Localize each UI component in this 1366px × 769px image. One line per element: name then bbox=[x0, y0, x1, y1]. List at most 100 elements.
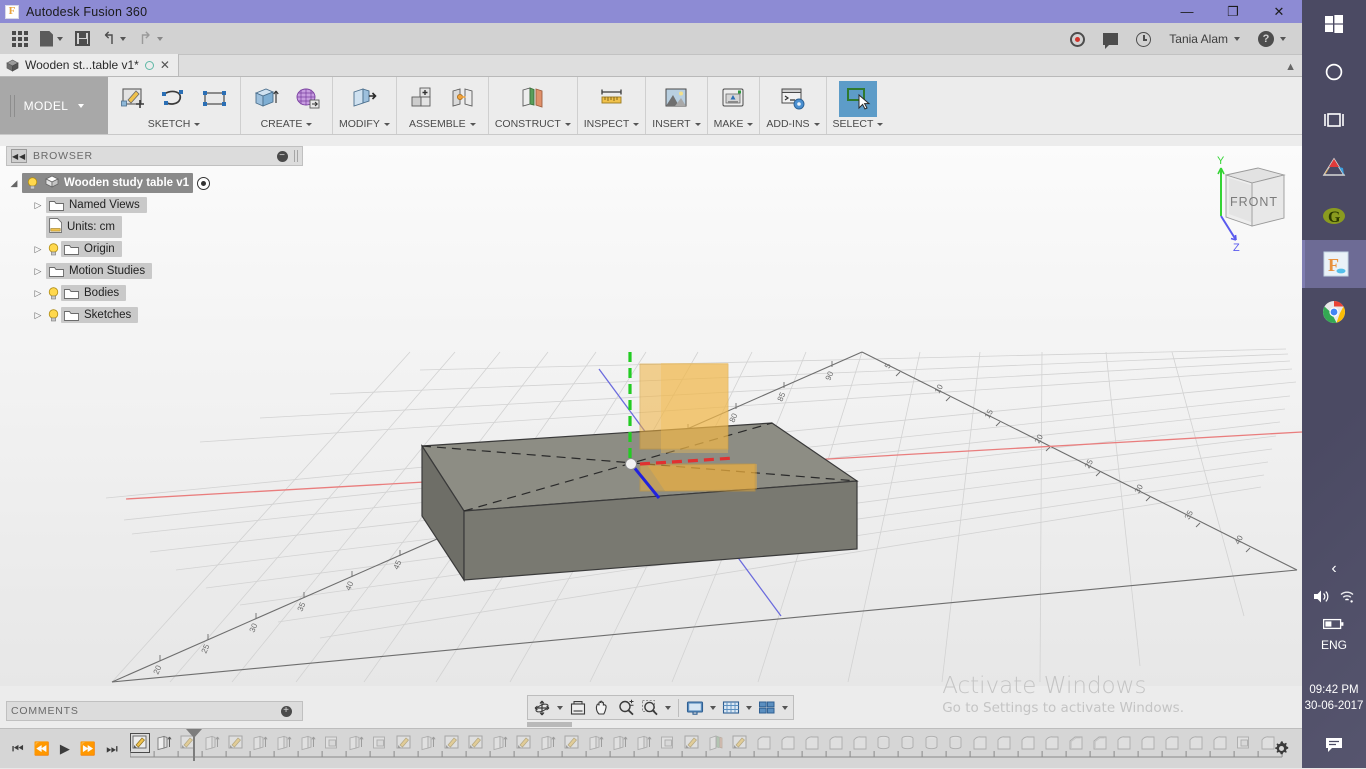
horizontal-scrollbar[interactable] bbox=[527, 722, 572, 727]
press-pull-button[interactable] bbox=[345, 81, 383, 117]
select-window-button[interactable] bbox=[838, 81, 877, 117]
collapse-browser-icon[interactable]: ◀◀ bbox=[11, 149, 27, 163]
display-settings-button[interactable] bbox=[683, 697, 719, 719]
extrude-button[interactable] bbox=[247, 81, 285, 117]
undo-button[interactable]: ↰ bbox=[96, 25, 132, 53]
job-status-button[interactable] bbox=[1128, 28, 1159, 51]
tree-row-units[interactable]: Units: cm bbox=[6, 216, 303, 238]
restore-button[interactable]: ❐ bbox=[1210, 0, 1256, 23]
comments-panel-header[interactable]: COMMENTS + bbox=[6, 701, 303, 721]
ribbon-group-label-make[interactable]: MAKE bbox=[714, 118, 754, 130]
add-comment-icon[interactable]: + bbox=[281, 705, 292, 717]
play-button[interactable]: ▶ bbox=[60, 742, 70, 755]
ribbon-group-label-addins[interactable]: ADD-INS bbox=[766, 118, 820, 130]
ribbon-group-label-assemble[interactable]: ASSEMBLE bbox=[409, 118, 476, 130]
go-to-beginning-button[interactable]: ⏮ bbox=[12, 742, 24, 755]
create-mesh-button[interactable] bbox=[288, 81, 326, 117]
document-tab[interactable]: Wooden st...table v1* ✕ bbox=[0, 54, 179, 76]
cortana-search-icon[interactable] bbox=[1302, 48, 1366, 96]
joint-button[interactable] bbox=[444, 81, 482, 117]
ribbon-group-label-create[interactable]: CREATE bbox=[261, 118, 313, 130]
bodies-node[interactable]: Bodies bbox=[61, 285, 127, 301]
redo-button[interactable]: ↱ bbox=[132, 25, 168, 53]
ribbon-group-label-construct[interactable]: CONSTRUCT bbox=[495, 118, 571, 130]
ribbon-group-label-modify[interactable]: MODIFY bbox=[339, 118, 390, 130]
scripts-and-addins-button[interactable] bbox=[774, 81, 812, 117]
tabstrip-collapse-icon[interactable]: ▲ bbox=[1285, 61, 1296, 73]
create-sketch-button[interactable] bbox=[114, 81, 152, 117]
pan-button[interactable] bbox=[590, 697, 614, 719]
tree-row-root[interactable]: ◢ Wooden study table v1 bbox=[6, 172, 303, 194]
light-bulb-icon[interactable] bbox=[46, 241, 61, 257]
motion-studies-node[interactable]: Motion Studies bbox=[46, 263, 153, 279]
tree-row-origin[interactable]: ▷ Origin bbox=[6, 238, 303, 260]
ribbon-group-label-select[interactable]: SELECT bbox=[833, 118, 884, 130]
measure-button[interactable] bbox=[593, 81, 631, 117]
zoom-window-button[interactable] bbox=[638, 697, 674, 719]
clock-time[interactable]: 09:42 PM bbox=[1302, 682, 1366, 698]
go-to-end-button[interactable]: ⏭ bbox=[106, 742, 118, 755]
3d-print-button[interactable] bbox=[714, 81, 752, 117]
tree-row-named-views[interactable]: ▷ Named Views bbox=[6, 194, 303, 216]
light-bulb-icon[interactable] bbox=[46, 285, 61, 301]
ribbon-group-label-insert[interactable]: INSERT bbox=[652, 118, 701, 130]
close-tab-icon[interactable]: ✕ bbox=[160, 58, 170, 72]
step-back-button[interactable]: ⏪ bbox=[34, 742, 50, 755]
expand-arrow-icon[interactable]: ▷ bbox=[30, 266, 46, 277]
wifi-icon[interactable] bbox=[1338, 589, 1356, 607]
panel-grip[interactable] bbox=[294, 150, 298, 162]
orbit-button[interactable] bbox=[530, 697, 566, 719]
minimize-button[interactable]: — bbox=[1164, 0, 1210, 23]
close-button[interactable]: ✕ bbox=[1256, 0, 1302, 23]
origin-node[interactable]: Origin bbox=[61, 241, 122, 257]
timeline-track[interactable] bbox=[129, 728, 1302, 769]
expand-arrow-icon[interactable]: ▷ bbox=[30, 200, 46, 211]
tree-row-sketches[interactable]: ▷ Sketches bbox=[6, 304, 303, 326]
ribbon-group-label-sketch[interactable]: SKETCH bbox=[148, 118, 201, 130]
help-menu-button[interactable]: ? bbox=[1250, 27, 1294, 51]
look-at-button[interactable] bbox=[566, 697, 590, 719]
action-center-button[interactable] bbox=[1302, 724, 1366, 768]
fusion-360-taskbar-icon[interactable]: F bbox=[1302, 240, 1366, 288]
volume-icon[interactable] bbox=[1313, 589, 1331, 607]
new-component-button[interactable] bbox=[403, 81, 441, 117]
insert-image-button[interactable] bbox=[657, 81, 695, 117]
step-forward-button[interactable]: ⏩ bbox=[80, 742, 96, 755]
root-node[interactable]: Wooden study table v1 bbox=[22, 173, 194, 193]
activate-component-icon[interactable] bbox=[197, 176, 211, 190]
light-bulb-icon[interactable] bbox=[46, 307, 61, 323]
tree-row-bodies[interactable]: ▷ Bodies bbox=[6, 282, 303, 304]
viewports-button[interactable] bbox=[755, 697, 791, 719]
grid-and-snaps-button[interactable] bbox=[719, 697, 755, 719]
zoom-button[interactable] bbox=[614, 697, 638, 719]
language-indicator[interactable]: ENG bbox=[1302, 638, 1366, 668]
tree-row-motion-studies[interactable]: ▷ Motion Studies bbox=[6, 260, 303, 282]
clock-date[interactable]: 30-06-2017 bbox=[1302, 698, 1366, 714]
show-data-panel-button[interactable] bbox=[6, 25, 34, 53]
comments-button[interactable] bbox=[1095, 29, 1126, 49]
user-account-menu[interactable]: Tania Alam bbox=[1161, 28, 1248, 50]
expand-arrow-icon[interactable]: ▷ bbox=[30, 288, 46, 299]
offset-plane-button[interactable] bbox=[514, 81, 552, 117]
workspace-switcher[interactable]: MODEL bbox=[0, 77, 108, 134]
view-cube[interactable]: Y Z FRONT bbox=[1196, 148, 1296, 254]
battery-icon[interactable] bbox=[1322, 618, 1345, 633]
g-app-icon[interactable]: G bbox=[1302, 192, 1366, 240]
timeline-settings-icon[interactable] bbox=[1273, 740, 1290, 757]
start-button[interactable] bbox=[1302, 0, 1366, 48]
sketches-node[interactable]: Sketches bbox=[61, 307, 139, 323]
units-node[interactable]: Units: cm bbox=[46, 216, 122, 238]
record-button[interactable] bbox=[1062, 28, 1093, 51]
chrome-icon[interactable] bbox=[1302, 288, 1366, 336]
tray-expand-button[interactable]: ‹ bbox=[1302, 554, 1366, 584]
rectangle-button[interactable] bbox=[196, 81, 234, 117]
autodesk-app-icon[interactable] bbox=[1302, 144, 1366, 192]
minimize-panel-icon[interactable]: − bbox=[277, 150, 288, 162]
light-bulb-icon[interactable] bbox=[25, 175, 40, 191]
expand-arrow-icon[interactable]: ▷ bbox=[30, 310, 46, 321]
expand-arrow-icon[interactable]: ◢ bbox=[6, 178, 22, 189]
expand-arrow-icon[interactable]: ▷ bbox=[30, 244, 46, 255]
spline-button[interactable] bbox=[155, 81, 193, 117]
task-view-icon[interactable] bbox=[1302, 96, 1366, 144]
ribbon-group-label-inspect[interactable]: INSPECT bbox=[584, 118, 640, 130]
